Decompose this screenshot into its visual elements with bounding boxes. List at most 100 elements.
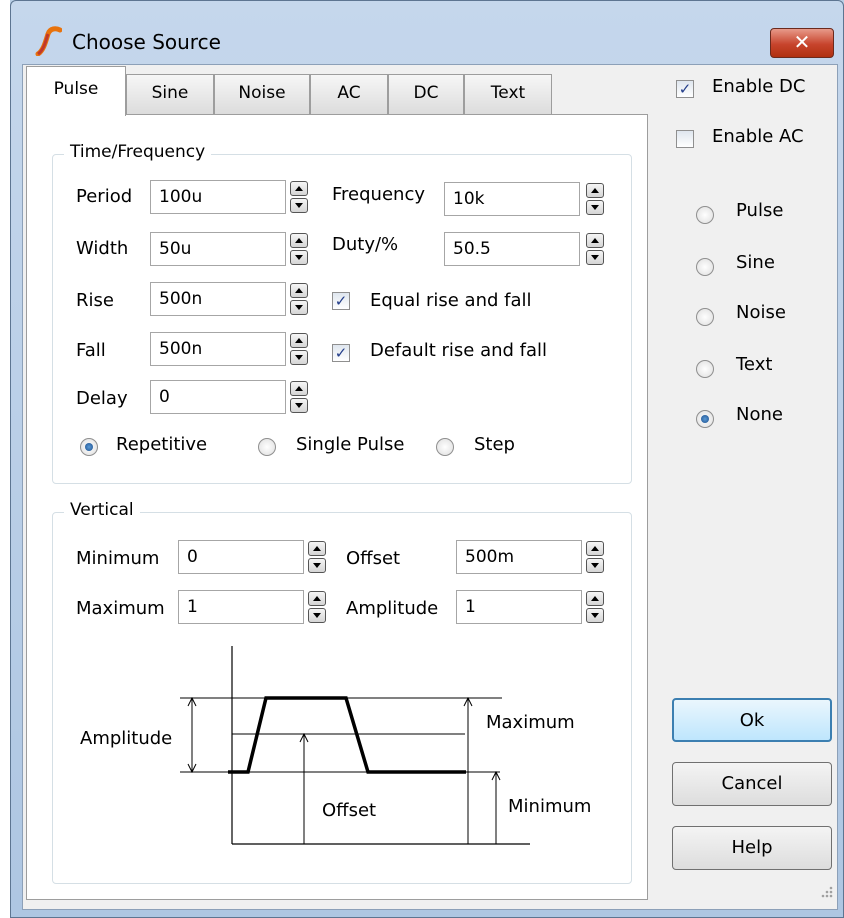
source-noise-radio[interactable]	[696, 308, 714, 326]
spin-up-icon[interactable]	[290, 233, 308, 248]
window-title: Choose Source	[72, 30, 221, 54]
enable-ac-label: Enable AC	[712, 126, 804, 147]
diagram-maximum-label: Maximum	[486, 712, 575, 733]
minimum-spinner[interactable]	[308, 541, 326, 573]
period-spinner[interactable]	[290, 181, 308, 213]
rise-label: Rise	[76, 290, 114, 311]
fall-spinner[interactable]	[290, 333, 308, 365]
source-text-radio[interactable]	[696, 360, 714, 378]
cancel-button[interactable]: Cancel	[672, 762, 832, 806]
spin-down-icon[interactable]	[308, 558, 326, 573]
source-pulse-label: Pulse	[736, 200, 784, 221]
maximum-spinner[interactable]	[308, 591, 326, 623]
width-label: Width	[76, 238, 129, 259]
offset-label: Offset	[346, 548, 401, 569]
waveform-diagram	[180, 646, 530, 845]
default-rise-fall-checkbox[interactable]: ✓	[332, 344, 350, 362]
duty-label: Duty/%	[332, 234, 399, 255]
period-label: Period	[76, 186, 133, 207]
source-none-label: None	[736, 404, 783, 425]
spin-up-icon[interactable]	[308, 591, 326, 606]
repetitive-radio[interactable]	[80, 438, 98, 456]
period-input[interactable]: 100u	[150, 180, 286, 214]
spin-up-icon[interactable]	[290, 181, 308, 196]
tab-text[interactable]: Text	[464, 74, 552, 114]
spin-up-icon[interactable]	[586, 541, 604, 556]
equal-rise-fall-label: Equal rise and fall	[370, 290, 532, 311]
rise-spinner[interactable]	[290, 283, 308, 315]
spin-down-icon[interactable]	[586, 608, 604, 623]
spin-down-icon[interactable]	[290, 198, 308, 213]
maximum-input[interactable]: 1	[178, 590, 304, 624]
offset-spinner[interactable]	[586, 541, 604, 573]
delay-label: Delay	[76, 388, 128, 409]
tab-ac[interactable]: AC	[310, 74, 388, 114]
diagram-offset-label: Offset	[322, 800, 377, 821]
spin-down-icon[interactable]	[290, 300, 308, 315]
desktop-edge	[0, 0, 10, 918]
frequency-spinner[interactable]	[586, 183, 604, 215]
minimum-label: Minimum	[76, 548, 160, 569]
minimum-input[interactable]: 0	[178, 540, 304, 574]
tab-dc[interactable]: DC	[388, 74, 464, 114]
source-text-label: Text	[736, 354, 773, 375]
spin-up-icon[interactable]	[586, 233, 604, 248]
spin-up-icon[interactable]	[290, 283, 308, 298]
close-button[interactable]: ✕	[770, 28, 834, 58]
fall-label: Fall	[76, 340, 106, 361]
source-none-radio[interactable]	[696, 410, 714, 428]
source-noise-label: Noise	[736, 302, 786, 323]
spin-down-icon[interactable]	[290, 398, 308, 413]
resize-grip-icon[interactable]	[818, 884, 834, 900]
amplitude-label: Amplitude	[346, 598, 439, 619]
single-pulse-label: Single Pulse	[296, 434, 405, 455]
duty-spinner[interactable]	[586, 233, 604, 265]
source-sine-label: Sine	[736, 252, 775, 273]
width-input[interactable]: 50u	[150, 232, 286, 266]
spin-down-icon[interactable]	[308, 608, 326, 623]
step-radio[interactable]	[436, 438, 454, 456]
width-spinner[interactable]	[290, 233, 308, 265]
amplitude-input[interactable]: 1	[456, 590, 582, 624]
equal-rise-fall-checkbox[interactable]: ✓	[332, 292, 350, 310]
spin-down-icon[interactable]	[586, 200, 604, 215]
tab-sine[interactable]: Sine	[126, 74, 214, 114]
source-pulse-radio[interactable]	[696, 206, 714, 224]
frequency-label: Frequency	[332, 184, 425, 205]
delay-spinner[interactable]	[290, 381, 308, 413]
tab-noise[interactable]: Noise	[214, 74, 310, 114]
ok-button[interactable]: Ok	[672, 698, 832, 742]
vertical-group-title: Vertical	[64, 500, 140, 520]
single-pulse-radio[interactable]	[258, 438, 276, 456]
frequency-input[interactable]: 10k	[444, 182, 580, 216]
spin-down-icon[interactable]	[586, 250, 604, 265]
diagram-minimum-label: Minimum	[508, 796, 592, 817]
spin-up-icon[interactable]	[290, 333, 308, 348]
spin-up-icon[interactable]	[290, 381, 308, 396]
enable-dc-label: Enable DC	[712, 76, 806, 97]
spin-up-icon[interactable]	[586, 183, 604, 198]
spin-up-icon[interactable]	[308, 541, 326, 556]
amplitude-spinner[interactable]	[586, 591, 604, 623]
app-logo-icon	[35, 26, 62, 56]
enable-dc-checkbox[interactable]: ✓	[676, 80, 694, 98]
repetitive-label: Repetitive	[116, 434, 208, 455]
time-frequency-group-title: Time/Frequency	[64, 142, 212, 162]
enable-ac-checkbox[interactable]	[676, 130, 694, 148]
spin-up-icon[interactable]	[586, 591, 604, 606]
spin-down-icon[interactable]	[290, 250, 308, 265]
default-rise-fall-label: Default rise and fall	[370, 340, 548, 361]
spin-down-icon[interactable]	[290, 350, 308, 365]
duty-input[interactable]: 50.5	[444, 232, 580, 266]
spin-down-icon[interactable]	[586, 558, 604, 573]
rise-input[interactable]: 500n	[150, 282, 286, 316]
diagram-amplitude-label: Amplitude	[80, 728, 173, 749]
step-label: Step	[474, 434, 515, 455]
offset-input[interactable]: 500m	[456, 540, 582, 574]
tab-pulse[interactable]: Pulse	[26, 66, 126, 116]
help-button[interactable]: Help	[672, 826, 832, 870]
maximum-label: Maximum	[76, 598, 165, 619]
source-sine-radio[interactable]	[696, 258, 714, 276]
fall-input[interactable]: 500n	[150, 332, 286, 366]
delay-input[interactable]: 0	[150, 380, 286, 414]
